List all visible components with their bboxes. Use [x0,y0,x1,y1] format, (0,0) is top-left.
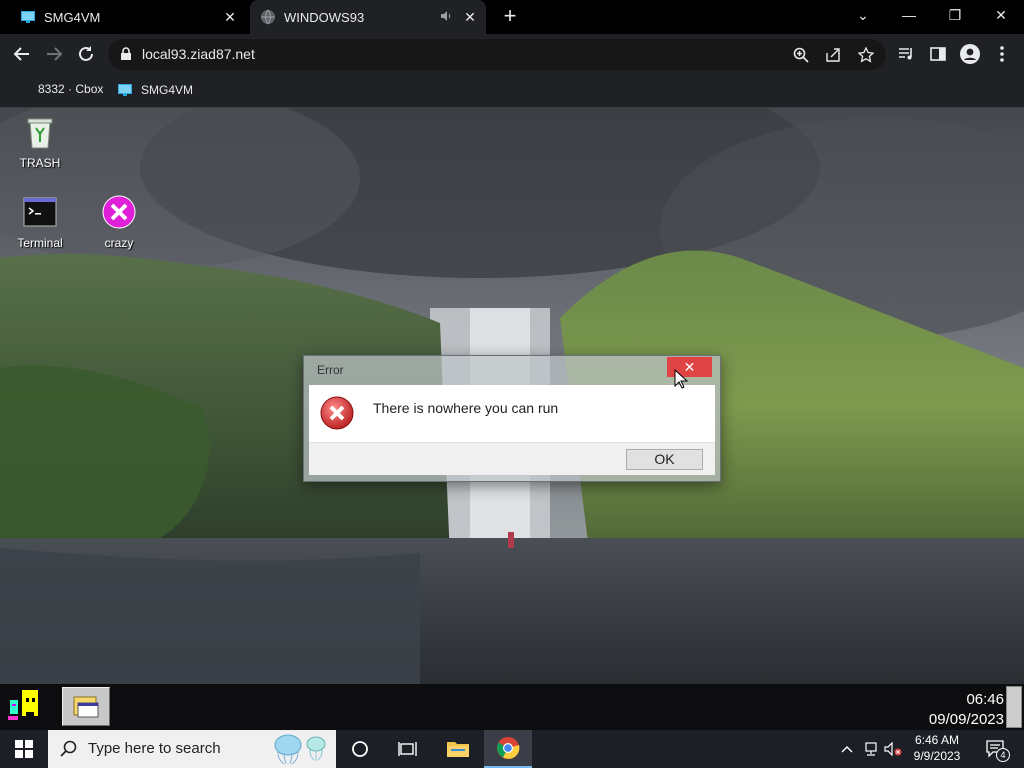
w93-time: 06:46 [966,691,1004,708]
tab-smg4vm[interactable]: SMG4VM ✕ [10,0,246,34]
globe-icon [261,9,275,25]
ok-button[interactable]: OK [626,449,703,470]
task-view-icon[interactable] [384,730,432,768]
cortana-icon[interactable] [336,730,384,768]
error-icon [320,396,354,430]
bookmark-label: SMG4VM [141,83,194,97]
bookmarks-bar: 8332 · Cbox SMG4VM [0,74,1024,108]
w93-clock[interactable]: 06:46 09/09/2023 [884,690,1004,730]
tab-title: WINDOWS93 [284,9,365,25]
monitor-icon [21,11,35,23]
url-text: local93.ziad87.net [142,46,255,62]
zoom-icon[interactable] [791,45,811,65]
forward-icon[interactable] [40,40,68,68]
reload-icon[interactable] [72,40,100,68]
mouse-cursor-icon [674,369,688,389]
close-window-icon[interactable]: ✕ [978,0,1024,30]
media-control-icon[interactable] [892,40,920,68]
error-dialog: Error ✕ There is nowhere you can run OK [303,355,721,482]
lock-icon[interactable] [120,47,132,61]
folder-window-icon [73,696,99,718]
new-tab-icon[interactable]: + [498,5,522,29]
share-icon[interactable] [823,45,843,65]
dialog-footer: OK [309,443,715,475]
tab-strip: SMG4VM ✕ WINDOWS93 ✕ + ⌄ — ❐ ✕ [0,0,1024,34]
bookmark-label: 8332 · Cbox [38,82,104,96]
close-tab-icon[interactable]: ✕ [462,9,478,25]
address-bar[interactable]: local93.ziad87.net [108,39,886,70]
notification-center-icon[interactable]: 4 [982,740,1010,762]
bookmark-cbox[interactable]: 8332 · Cbox [38,82,103,96]
recycle-bin-icon [27,118,53,149]
w93-task-button[interactable] [62,687,110,726]
back-icon[interactable] [8,40,36,68]
menu-kebab-icon[interactable] [988,40,1016,68]
close-tab-icon[interactable]: ✕ [222,9,238,25]
taskbar-search-box[interactable]: Type here to search [48,730,336,768]
desktop-icon-label: Terminal [17,236,63,250]
tray-date: 9/9/2023 [913,749,961,763]
bookmark-smg4vm[interactable]: SMG4VM [117,82,193,98]
profile-avatar-icon[interactable] [956,40,984,68]
chrome-taskbar-icon[interactable] [484,730,532,768]
scrollbar[interactable] [1006,686,1022,728]
jellyfish-doodle-icon[interactable] [266,732,332,766]
dialog-message: There is nowhere you can run [373,400,559,416]
file-explorer-icon[interactable] [434,730,482,768]
search-icon [60,740,77,757]
w93-date: 09/09/2023 [928,711,1004,728]
network-icon[interactable] [862,740,880,758]
browser-toolbar: local93.ziad87.net [0,34,1024,74]
desktop-icon-trash[interactable]: TRASH [0,114,80,170]
desktop-icon-terminal[interactable]: Terminal [0,194,80,250]
volume-muted-icon[interactable] [884,740,902,758]
tab-title: SMG4VM [44,9,101,25]
dialog-body: There is nowhere you can run [309,385,715,443]
w93-start-icon[interactable] [4,686,48,726]
w93-taskbar: 06:46 09/09/2023 [0,684,1024,730]
side-panel-icon[interactable] [924,40,952,68]
notification-badge: 4 [996,748,1010,762]
minimize-icon[interactable]: — [886,0,932,30]
desktop-icon-crazy[interactable]: crazy [79,194,159,250]
crazy-x-icon [102,195,136,229]
tab-windows93[interactable]: WINDOWS93 ✕ [250,0,486,34]
bookmark-star-icon[interactable] [856,45,876,65]
monitor-icon [118,84,132,96]
dialog-title: Error [317,363,344,377]
tray-time: 6:46 AM [914,733,960,747]
windows-start-icon[interactable] [0,730,48,768]
windows-taskbar: Type here to search 6:46 AM 9/9/2023 4 [0,730,1024,768]
desktop-icon-label: crazy [104,236,134,250]
chevron-down-icon[interactable]: ⌄ [840,0,886,30]
search-placeholder: Type here to search [88,740,221,757]
terminal-icon [23,197,57,227]
desktop-icon-label: TRASH [19,156,61,170]
chevron-up-icon[interactable] [838,740,856,758]
restore-icon[interactable]: ❐ [932,0,978,30]
speaker-icon[interactable] [440,10,452,22]
tray-clock[interactable]: 6:46 AM 9/9/2023 [906,732,968,764]
